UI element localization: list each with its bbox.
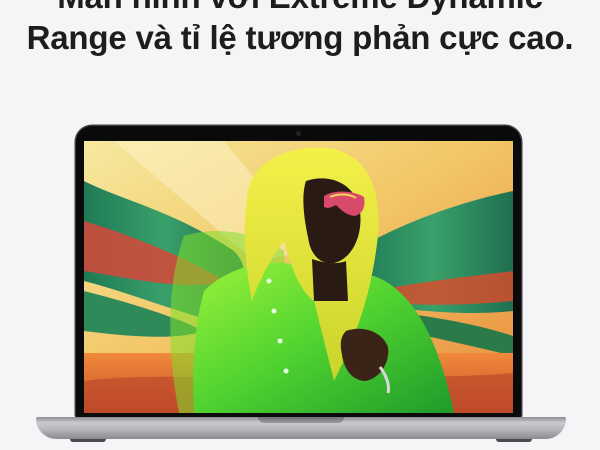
headline-line-1: Màn hình với Extreme Dynamic [0, 0, 600, 17]
laptop-base [36, 417, 566, 439]
laptop-foot-right [496, 439, 532, 442]
laptop-display-lid [76, 126, 521, 418]
feature-headline: Màn hình với Extreme Dynamic Range và tỉ… [0, 0, 600, 58]
laptop-foot-left [70, 439, 106, 442]
laptop-product-image [36, 126, 566, 450]
screen-wallpaper-image [84, 141, 513, 413]
product-feature-section: Màn hình với Extreme Dynamic Range và tỉ… [0, 0, 600, 450]
headline-line-2: Range và tỉ lệ tương phản cực cao. [26, 19, 574, 56]
laptop-opening-notch [258, 417, 344, 423]
laptop-screen [84, 141, 513, 413]
camera-notch-icon [296, 131, 301, 136]
